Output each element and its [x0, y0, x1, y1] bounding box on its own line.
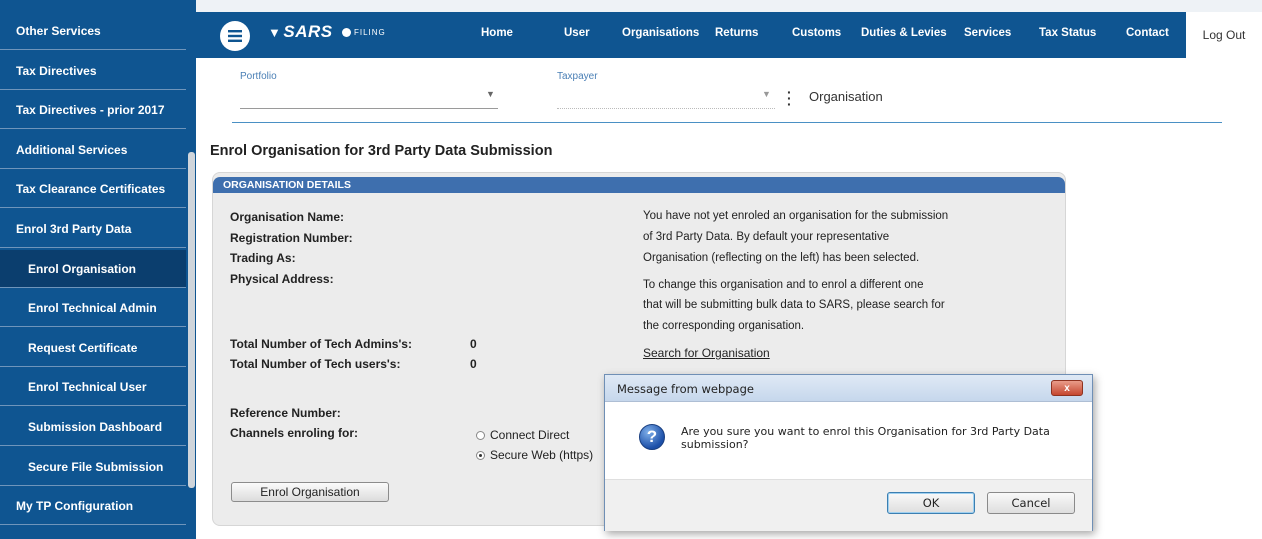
sidebar-item-label: Enrol Organisation [28, 261, 137, 276]
sidebar-item-label: Enrol Technical Admin [28, 300, 157, 315]
efiling-dot-icon [342, 28, 351, 37]
sidebar-item-enrol-organisation[interactable]: Enrol Organisation [0, 250, 186, 288]
sidebar-item-label: Tax Directives - prior 2017 [16, 102, 165, 117]
sidebar-item-label: Request Certificate [28, 340, 138, 355]
logo-text: SARS [283, 22, 333, 41]
top-spacer [196, 0, 1262, 12]
tech-admins-label: Total Number of Tech Admins's: [230, 337, 412, 351]
efiling-logo: FILING [342, 28, 386, 37]
radio-secure-web[interactable]: Secure Web (https) [476, 448, 593, 462]
dialog-message: Are you sure you want to enrol this Orga… [681, 425, 1050, 451]
trading-as-label: Trading As: [230, 251, 296, 265]
close-icon: x [1064, 382, 1070, 394]
radio-label: Secure Web (https) [490, 448, 594, 462]
sidebar-item-enrol-technical-admin[interactable]: Enrol Technical Admin [0, 289, 186, 327]
info-line: the corresponding organisation. [643, 320, 805, 332]
hamburger-icon [228, 30, 242, 42]
page-title: Enrol Organisation for 3rd Party Data Su… [210, 143, 553, 159]
nav-customs[interactable]: Customs [792, 27, 841, 39]
info-line: You have not yet enroled an organisation… [643, 210, 949, 222]
nav-organisations[interactable]: Organisations [622, 27, 699, 39]
kebab-menu-icon[interactable]: · · · [787, 85, 792, 111]
dialog-titlebar[interactable]: Message from webpage x [605, 375, 1092, 402]
sidebar-item-enrol-technical-user[interactable]: Enrol Technical User [0, 368, 186, 406]
top-navigation: ▼ SARS FILING Home User Organisations Ret… [196, 12, 1262, 58]
dialog-footer: OK Cancel [605, 479, 1092, 531]
button-label: OK [922, 496, 940, 510]
sidebar-item-label: Additional Services [16, 142, 128, 157]
sidebar-item-tax-directives[interactable]: Tax Directives [0, 52, 186, 90]
taxpayer-caret-icon[interactable]: ▼ [762, 89, 771, 99]
enrol-organisation-button[interactable]: Enrol Organisation [231, 482, 389, 502]
taxpayer-select[interactable] [557, 108, 775, 109]
efiling-text: FILING [354, 28, 386, 37]
reference-number-label: Reference Number: [230, 406, 341, 420]
portfolio-caret-icon[interactable]: ▼ [486, 89, 495, 99]
cancel-button[interactable]: Cancel [987, 492, 1075, 514]
sidebar-item-additional-services[interactable]: Additional Services [0, 131, 186, 169]
info-line: To change this organisation and to enrol… [643, 279, 924, 291]
sidebar-item-label: Tax Clearance Certificates [16, 181, 166, 196]
sars-logo-icon: ▼ [268, 25, 282, 40]
nav-user[interactable]: User [564, 27, 590, 39]
sidebar-item-label: Submission Dashboard [28, 419, 163, 434]
sidebar-item-label: My TP Configuration [16, 498, 134, 513]
sidebar-item-label: Enrol Technical User [28, 379, 147, 394]
sidebar-item-my-tp-configuration[interactable]: My TP Configuration [0, 487, 186, 525]
org-name-label: Organisation Name: [230, 210, 345, 224]
sidebar-item-request-certificate[interactable]: Request Certificate [0, 329, 186, 367]
nav-services[interactable]: Services [964, 27, 1011, 39]
sidebar-scroll-thumb[interactable] [188, 152, 195, 488]
sidebar-item-other-services[interactable]: Other Services [0, 12, 186, 50]
sidebar-item-label: Enrol 3rd Party Data [16, 221, 132, 236]
portfolio-label: Portfolio [240, 71, 277, 82]
channels-label: Channels enroling for: [230, 426, 359, 440]
nav-tax-status[interactable]: Tax Status [1039, 27, 1096, 39]
nav-home[interactable]: Home [481, 27, 513, 39]
reg-number-label: Registration Number: [230, 231, 353, 245]
radio-connect-direct[interactable]: Connect Direct [476, 428, 569, 442]
nav-duties-levies[interactable]: Duties & Levies [861, 27, 947, 39]
sidebar-item-label: Tax Directives [16, 63, 97, 78]
info-line: that will be submitting bulk data to SAR… [643, 299, 945, 311]
portfolio-select[interactable] [240, 108, 498, 109]
nav-returns[interactable]: Returns [715, 27, 758, 39]
hamburger-menu-button[interactable] [220, 21, 250, 51]
confirm-dialog: Message from webpage x ? Are you sure yo… [604, 374, 1093, 531]
physical-address-label: Physical Address: [230, 272, 334, 286]
sidebar-item-enrol-3rd-party[interactable]: Enrol 3rd Party Data [0, 210, 186, 248]
radio-label: Connect Direct [490, 428, 570, 442]
search-organisation-link[interactable]: Search for Organisation [643, 346, 770, 360]
sidebar-item-label: Secure File Submission [28, 459, 164, 474]
tech-admins-value: 0 [470, 337, 477, 351]
radio-selected-icon [476, 450, 485, 460]
panel-header: ORGANISATION DETAILS [213, 177, 1065, 193]
taxpayer-label: Taxpayer [557, 71, 598, 82]
info-line: of 3rd Party Data. By default your repre… [643, 231, 890, 243]
radio-circle-icon [476, 430, 485, 440]
context-label: Organisation [809, 89, 883, 104]
nav-contact[interactable]: Contact [1126, 27, 1169, 39]
sidebar: Other Services Tax Directives Tax Direct… [0, 0, 196, 539]
button-label: Enrol Organisation [260, 485, 360, 499]
sidebar-item-label: Other Services [16, 23, 101, 38]
sidebar-item-secure-file-submission[interactable]: Secure File Submission [0, 448, 186, 486]
tech-users-label: Total Number of Tech users's: [230, 357, 401, 371]
button-label: Cancel [1011, 496, 1051, 510]
logout-button[interactable]: Log Out [1186, 12, 1262, 58]
dialog-title: Message from webpage [617, 382, 754, 396]
dialog-close-button[interactable]: x [1051, 380, 1083, 396]
info-line: Organisation (reflecting on the left) ha… [643, 252, 920, 264]
sidebar-item-tax-directives-prior[interactable]: Tax Directives - prior 2017 [0, 91, 186, 129]
tech-users-value: 0 [470, 357, 477, 371]
sars-logo[interactable]: ▼ SARS [268, 22, 333, 42]
logout-label: Log Out [1202, 28, 1246, 42]
sidebar-item-tax-clearance[interactable]: Tax Clearance Certificates [0, 170, 186, 208]
ok-button[interactable]: OK [887, 492, 975, 514]
question-icon: ? [639, 424, 665, 450]
sidebar-item-submission-dashboard[interactable]: Submission Dashboard [0, 408, 186, 446]
divider [232, 122, 1222, 123]
